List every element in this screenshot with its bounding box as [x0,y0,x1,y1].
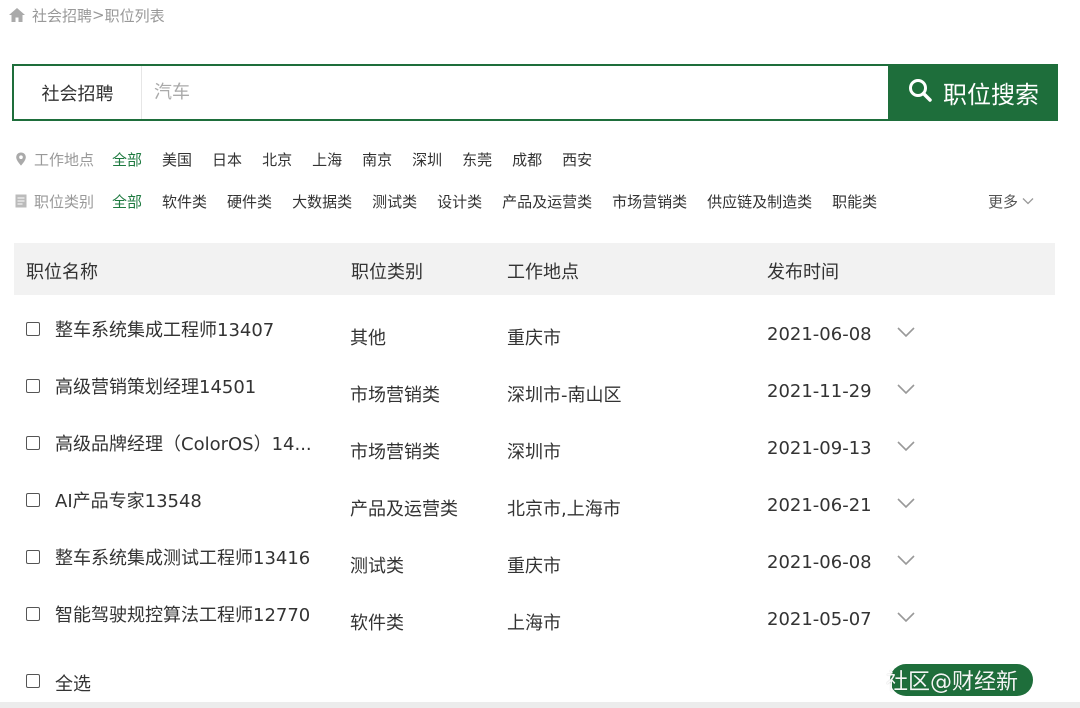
row-checkbox[interactable] [26,607,40,621]
category-option-functional[interactable]: 职能类 [832,191,877,212]
chevron-down-icon[interactable] [896,611,916,623]
job-title[interactable]: 高级品牌经理（ColorOS）14... [55,430,312,456]
job-title[interactable]: 整车系统集成工程师13407 [55,316,274,342]
location-filter-label: 工作地点 [14,149,94,170]
map-pin-icon [16,152,26,166]
category-option-supply-chain[interactable]: 供应链及制造类 [707,191,812,212]
chevron-down-icon [1022,198,1034,205]
search-type-selector[interactable]: 社会招聘 [14,66,142,119]
job-date: 2021-05-07 [767,609,872,630]
category-option-big-data[interactable]: 大数据类 [292,191,352,212]
category-option-design[interactable]: 设计类 [437,191,482,212]
job-date: 2021-06-21 [767,495,872,516]
bottom-divider [0,702,1080,708]
header-job-title: 职位名称 [26,262,98,283]
location-option-usa[interactable]: 美国 [162,149,192,170]
job-title[interactable]: AI产品专家13548 [55,487,202,513]
location-option-xian[interactable]: 西安 [562,149,592,170]
job-date: 2021-09-13 [767,438,872,459]
job-category: 市场营销类 [350,442,440,463]
row-checkbox[interactable] [26,493,40,507]
chevron-down-icon[interactable] [896,383,916,395]
category-option-all[interactable]: 全部 [112,191,142,212]
job-date: 2021-06-08 [767,552,872,573]
select-all-checkbox[interactable] [26,674,40,688]
job-title[interactable]: 整车系统集成测试工程师13416 [55,544,310,570]
job-category: 测试类 [350,556,404,577]
breadcrumb-current: 职位列表 [104,6,165,25]
job-title[interactable]: 智能驾驶规控算法工程师12770 [55,601,310,627]
row-checkbox[interactable] [26,436,40,450]
location-option-shenzhen[interactable]: 深圳 [412,149,442,170]
job-category: 软件类 [350,613,404,634]
job-category: 产品及运营类 [350,499,458,520]
table-row[interactable]: 整车系统集成测试工程师13416 测试类 重庆市 2021-06-08 [14,530,1055,587]
document-icon [15,194,27,208]
category-filter-label-text: 职位类别 [34,192,95,211]
row-checkbox[interactable] [26,550,40,564]
category-option-testing[interactable]: 测试类 [372,191,417,212]
job-location: 北京市,上海市 [507,499,621,520]
job-location: 重庆市 [507,328,561,349]
table-row[interactable]: 高级品牌经理（ColorOS）14... 市场营销类 深圳市 2021-09-1… [14,416,1055,473]
job-location: 深圳市-南山区 [507,385,622,406]
breadcrumb: 社会招聘 > 职位列表 [8,4,165,26]
search-button[interactable]: 职位搜索 [888,64,1058,121]
category-option-hardware[interactable]: 硬件类 [227,191,272,212]
table-row[interactable]: 高级营销策划经理14501 市场营销类 深圳市-南山区 2021-11-29 [14,359,1055,416]
header-publish-date: 发布时间 [767,262,839,283]
job-date: 2021-11-29 [767,381,872,402]
category-filter-label: 职位类别 [14,191,94,212]
chevron-down-icon[interactable] [896,440,916,452]
job-category: 其他 [350,328,386,349]
table-row[interactable]: 智能驾驶规控算法工程师12770 软件类 上海市 2021-05-07 [14,587,1055,644]
breadcrumb-root[interactable]: 社会招聘 [32,5,92,26]
location-option-chengdu[interactable]: 成都 [512,149,542,170]
location-option-shanghai[interactable]: 上海 [312,149,342,170]
chevron-down-icon[interactable] [896,554,916,566]
job-date: 2021-06-08 [767,324,872,345]
category-option-software[interactable]: 软件类 [162,191,207,212]
job-title[interactable]: 高级营销策划经理14501 [55,373,256,399]
chevron-down-icon[interactable] [896,497,916,509]
category-filter-row: 职位类别 全部 软件类 硬件类 大数据类 测试类 设计类 产品及运营类 市场营销… [14,189,897,213]
location-filter-label-text: 工作地点 [34,150,95,169]
search-bar: 社会招聘 职位搜索 [12,64,1058,121]
job-location: 重庆市 [507,556,561,577]
location-option-nanjing[interactable]: 南京 [362,149,392,170]
watermark-text: 社区@财经新 [886,670,1019,695]
search-input[interactable] [142,66,888,119]
search-icon [907,77,933,109]
home-icon[interactable] [8,7,26,23]
table-header: 职位名称 职位类别 工作地点 发布时间 [14,243,1055,295]
location-option-japan[interactable]: 日本 [212,149,242,170]
header-job-category: 职位类别 [351,262,423,283]
table-row[interactable]: 整车系统集成工程师13407 其他 重庆市 2021-06-08 [14,302,1055,359]
row-checkbox[interactable] [26,379,40,393]
select-all-label: 全选 [55,674,91,695]
row-checkbox[interactable] [26,322,40,336]
more-categories-button[interactable]: 更多 [988,189,1034,213]
breadcrumb-separator: > [92,6,105,24]
location-option-beijing[interactable]: 北京 [262,149,292,170]
category-option-marketing[interactable]: 市场营销类 [612,191,687,212]
location-option-all[interactable]: 全部 [112,149,142,170]
table-row[interactable]: AI产品专家13548 产品及运营类 北京市,上海市 2021-06-21 [14,473,1055,530]
category-option-product-ops[interactable]: 产品及运营类 [502,191,592,212]
chevron-down-icon[interactable] [896,326,916,338]
job-location: 深圳市 [507,442,561,463]
more-label: 更多 [988,192,1019,211]
search-button-label: 职位搜索 [943,81,1039,109]
location-filter-row: 工作地点 全部 美国 日本 北京 上海 南京 深圳 东莞 成都 西安 [14,147,612,171]
job-category: 市场营销类 [350,385,440,406]
location-option-dongguan[interactable]: 东莞 [462,149,492,170]
job-location: 上海市 [507,613,561,634]
header-location: 工作地点 [507,262,579,283]
